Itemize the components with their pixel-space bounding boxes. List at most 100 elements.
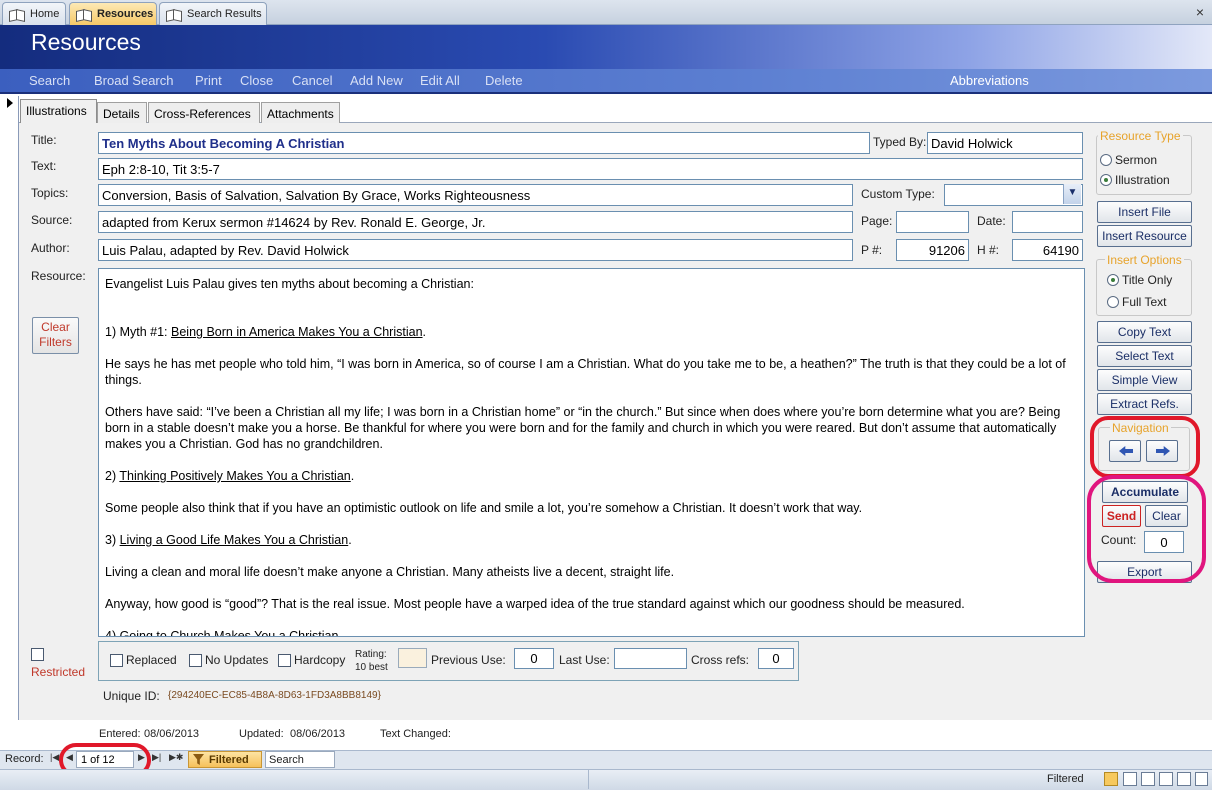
myth-title: Thinking Positively Makes You a Christia… xyxy=(119,469,351,483)
accumulate-highlight-annotation xyxy=(1087,475,1206,583)
title-field[interactable]: Ten Myths About Becoming A Christian xyxy=(98,132,870,154)
tab-cross-references[interactable]: Cross-References xyxy=(148,102,260,123)
updated-value: 08/06/2013 xyxy=(290,728,346,740)
resource-paragraph: 2) Thinking Positively Makes You a Chris… xyxy=(105,468,1078,484)
copy-text-button[interactable]: Copy Text xyxy=(1097,321,1192,343)
new-record-icon[interactable]: ▶✱ xyxy=(169,752,183,763)
insert-resource-button[interactable]: Insert Resource xyxy=(1097,225,1192,247)
source-label: Source: xyxy=(31,213,73,227)
last-record-icon[interactable]: ▶| xyxy=(152,752,161,763)
myth-suffix: . xyxy=(350,469,355,483)
rating-label: Rating: xyxy=(355,649,387,660)
delete-command[interactable]: Delete xyxy=(485,73,523,88)
filter-icon xyxy=(193,754,204,765)
cross-refs-field[interactable]: 0 xyxy=(758,648,794,669)
resource-text-area[interactable]: Evangelist Luis Palau gives ten myths ab… xyxy=(98,268,1085,637)
topics-field[interactable]: Conversion, Basis of Salvation, Salvatio… xyxy=(98,184,853,206)
filtered-status: Filtered xyxy=(1047,773,1084,785)
hardcopy-checkbox[interactable] xyxy=(278,654,291,667)
pivot-table-view-icon[interactable] xyxy=(1141,772,1155,786)
tab-search-results[interactable]: Search Results xyxy=(159,2,267,25)
last-use-label: Last Use: xyxy=(559,653,610,667)
myth-suffix: . xyxy=(422,325,427,339)
current-record-arrow-icon xyxy=(7,98,13,108)
tab-attachments[interactable]: Attachments xyxy=(261,102,340,123)
resource-paragraph: He says he has met people who told him, … xyxy=(105,357,1066,387)
title-label: Title: xyxy=(31,133,57,147)
resource-paragraph: 3) Living a Good Life Makes You a Christ… xyxy=(105,532,1078,548)
illustration-radio[interactable]: Illustration xyxy=(1100,173,1170,187)
button-label: Clear xyxy=(41,320,70,334)
simple-view-button[interactable]: Simple View xyxy=(1097,369,1192,391)
tab-label: Resources xyxy=(97,8,154,20)
document-tab-bar: Home Resources Search Results × xyxy=(0,0,1212,25)
p-number-field[interactable]: 91206 xyxy=(896,239,969,261)
form-icon xyxy=(76,8,92,20)
custom-type-label: Custom Type: xyxy=(861,187,935,201)
date-label: Date: xyxy=(977,214,1006,228)
text-field[interactable]: Eph 2:8-10, Tit 3:5-7 xyxy=(98,158,1083,180)
date-field[interactable] xyxy=(1012,211,1083,233)
filtered-toggle[interactable]: Filtered xyxy=(188,751,262,768)
form-view-icon[interactable] xyxy=(1104,772,1118,786)
no-updates-label: No Updates xyxy=(205,653,269,667)
insert-file-button[interactable]: Insert File xyxy=(1097,201,1192,223)
clear-filters-button[interactable]: Clear Filters xyxy=(32,317,79,354)
radio-label: Title Only xyxy=(1122,273,1173,287)
edit-all-command[interactable]: Edit All xyxy=(420,73,460,88)
chevron-down-icon[interactable]: ▼ xyxy=(1063,184,1081,204)
cancel-command[interactable]: Cancel xyxy=(292,73,332,88)
broad-search-command[interactable]: Broad Search xyxy=(94,73,174,88)
myth-title: Living a Good Life Makes You a Christian xyxy=(119,533,349,547)
group-title: Resource Type xyxy=(1098,129,1183,143)
page-label: Page: xyxy=(861,214,893,228)
tab-illustrations[interactable]: Illustrations xyxy=(20,99,97,123)
tab-home[interactable]: Home xyxy=(2,2,66,25)
last-use-field[interactable] xyxy=(614,648,687,669)
first-record-icon[interactable]: |◀ xyxy=(50,752,59,763)
select-text-button[interactable]: Select Text xyxy=(1097,345,1192,367)
updated-label: Updated: xyxy=(239,728,284,740)
replaced-checkbox[interactable] xyxy=(110,654,123,667)
pivot-chart-view-icon[interactable] xyxy=(1159,772,1173,786)
page-title: Resources xyxy=(31,29,141,55)
print-command[interactable]: Print xyxy=(195,73,222,88)
restricted-checkbox[interactable] xyxy=(31,648,44,661)
page-field[interactable] xyxy=(896,211,969,233)
design-view-icon[interactable] xyxy=(1195,772,1208,786)
source-field[interactable]: adapted from Kerux sermon #14624 by Rev.… xyxy=(98,211,853,233)
restricted-label: Restricted xyxy=(31,665,86,679)
previous-use-field[interactable]: 0 xyxy=(514,648,554,669)
extract-refs-button[interactable]: Extract Refs. xyxy=(1097,393,1192,415)
topics-label: Topics: xyxy=(31,186,69,200)
record-search-input[interactable]: Search xyxy=(265,751,335,768)
resource-paragraph: 1) Myth #1: Being Born in America Makes … xyxy=(105,324,1078,340)
radio-circle xyxy=(1107,296,1119,308)
author-field[interactable]: Luis Palau, adapted by Rev. David Holwic… xyxy=(98,239,853,261)
datasheet-view-icon[interactable] xyxy=(1123,772,1137,786)
myth-number: 3) xyxy=(105,533,120,547)
close-command[interactable]: Close xyxy=(240,73,273,88)
layout-view-icon[interactable] xyxy=(1177,772,1191,786)
resource-paragraph: 4) Going to Church Makes You a Christian… xyxy=(105,629,342,637)
title-only-radio[interactable]: Title Only xyxy=(1107,273,1172,287)
resource-paragraph: Living a clean and moral life doesn’t ma… xyxy=(105,565,675,579)
abbreviations-link[interactable]: Abbreviations xyxy=(950,73,1029,88)
rating-field[interactable] xyxy=(398,648,427,668)
resource-paragraph: Some people also think that if you have … xyxy=(105,501,863,515)
tab-resources[interactable]: Resources xyxy=(69,2,157,25)
no-updates-checkbox[interactable] xyxy=(189,654,202,667)
sermon-radio[interactable]: Sermon xyxy=(1100,153,1157,167)
text-changed-label: Text Changed: xyxy=(380,728,451,740)
full-text-radio[interactable]: Full Text xyxy=(1107,295,1166,309)
typed-by-field[interactable]: David Holwick xyxy=(927,132,1083,154)
tab-details[interactable]: Details xyxy=(97,102,147,123)
form-icon xyxy=(166,8,182,20)
unique-id-label: Unique ID: xyxy=(103,689,160,703)
entered-label: Entered: xyxy=(99,728,141,740)
record-selector[interactable] xyxy=(0,96,19,720)
close-icon[interactable]: × xyxy=(1196,4,1204,20)
search-command[interactable]: Search xyxy=(29,73,70,88)
h-number-field[interactable]: 64190 xyxy=(1012,239,1083,261)
add-new-command[interactable]: Add New xyxy=(350,73,403,88)
